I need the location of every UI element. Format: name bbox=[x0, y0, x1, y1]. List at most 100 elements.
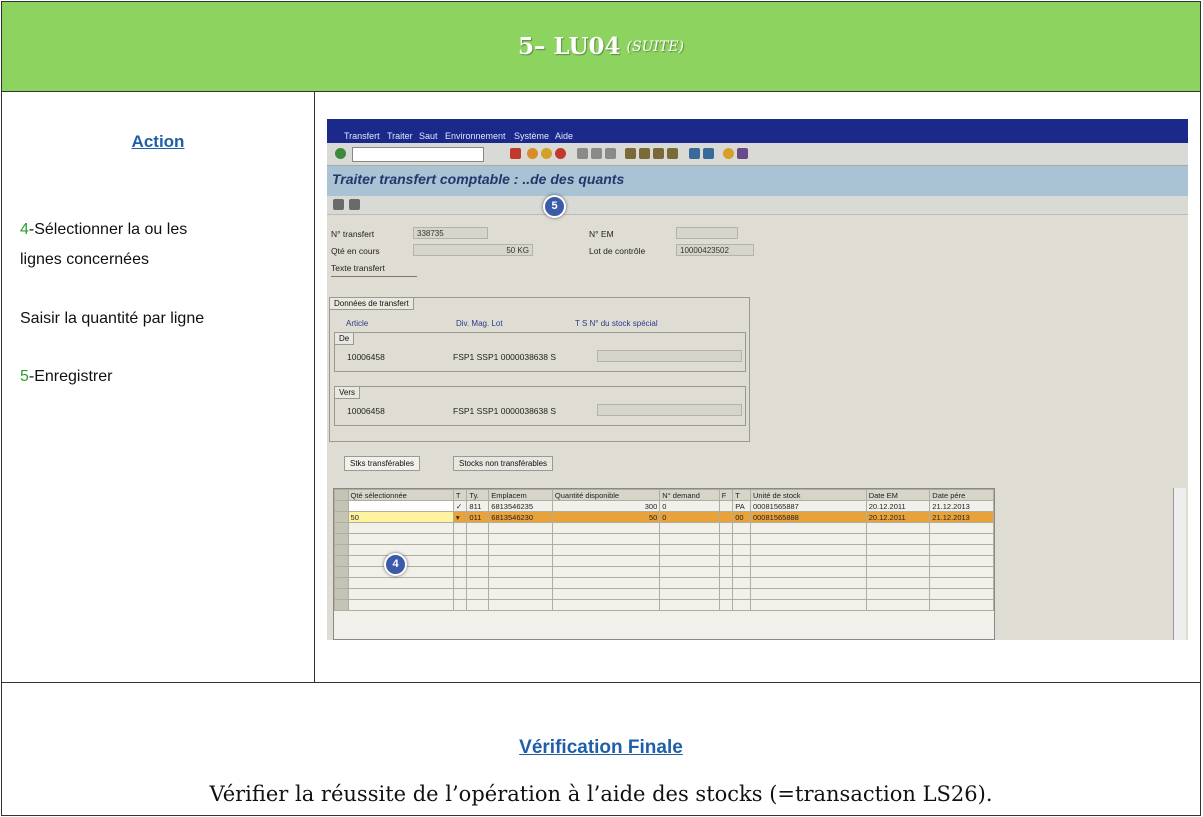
transfert-label: N° transfert bbox=[331, 229, 375, 239]
select-all-cell[interactable] bbox=[334, 489, 349, 501]
exit-icon[interactable] bbox=[541, 148, 552, 159]
vers-label: Vers bbox=[334, 386, 361, 399]
transfert-field: 338735 bbox=[413, 227, 488, 239]
qty-input[interactable] bbox=[347, 500, 454, 512]
qty-input[interactable]: 50 bbox=[347, 511, 454, 523]
empty-cell[interactable] bbox=[347, 599, 454, 611]
cell-date-em: 20.12.2011 bbox=[865, 511, 931, 523]
de-group: De 10006458 FSP1 SSP1 0000038638 S bbox=[334, 332, 746, 372]
empty-cell[interactable] bbox=[347, 577, 454, 589]
menu-transfert[interactable]: Transfert bbox=[344, 131, 380, 141]
select-all-icon[interactable] bbox=[333, 199, 344, 210]
final-verification-title: Vérification Finale bbox=[519, 737, 683, 758]
header-t: T bbox=[452, 489, 468, 501]
print-icon[interactable] bbox=[577, 148, 588, 159]
section-suite: (SUITE) bbox=[626, 38, 684, 55]
sap-screenshot: Transfert Traiter Saut Environnement Sys… bbox=[327, 119, 1188, 640]
step-5: 5-Enregistrer bbox=[20, 362, 112, 392]
row-selector[interactable] bbox=[334, 566, 349, 578]
cell-f[interactable] bbox=[718, 511, 734, 523]
cell-unite: 00081565887 bbox=[749, 500, 867, 512]
vers-location: FSP1 SSP1 0000038638 S bbox=[453, 406, 557, 416]
table-scrollbar[interactable] bbox=[1173, 488, 1186, 640]
next-page-icon[interactable] bbox=[653, 148, 664, 159]
col-stock-special: T S N° du stock spécial bbox=[575, 319, 658, 328]
step-4-text: -Sélectionner la ou les bbox=[28, 221, 188, 238]
table-row[interactable] bbox=[334, 588, 994, 600]
empty-cell[interactable] bbox=[347, 522, 454, 534]
find-next-icon[interactable] bbox=[605, 148, 616, 159]
table-row[interactable] bbox=[334, 533, 994, 545]
cancel-icon[interactable] bbox=[555, 148, 566, 159]
procedure-document: 5– LU04 (SUITE) Action 4-Sélectionner la… bbox=[1, 1, 1201, 816]
step-5-text: -Enregistrer bbox=[28, 368, 113, 385]
layout-icon[interactable] bbox=[737, 148, 748, 159]
sap-screen-title: Traiter transfert comptable : ..de des q… bbox=[332, 171, 625, 187]
row-selector[interactable] bbox=[334, 511, 349, 523]
stock-table: Qté sélectionnée T Ty. Emplacem Quantité… bbox=[333, 488, 995, 640]
command-field[interactable] bbox=[352, 147, 484, 162]
vers-group: Vers 10006458 FSP1 SSP1 0000038638 S bbox=[334, 386, 746, 426]
tab-transferable-stocks[interactable]: Stks transférables bbox=[344, 456, 421, 471]
menu-traiter[interactable]: Traiter bbox=[387, 131, 413, 141]
cell-date-em: 20.12.2011 bbox=[865, 500, 931, 512]
menu-aide[interactable]: Aide bbox=[555, 131, 573, 141]
header-qty: Qté sélectionnée bbox=[347, 489, 454, 501]
header-unite: Unité de stock bbox=[749, 489, 867, 501]
back-icon[interactable] bbox=[527, 148, 538, 159]
menu-saut[interactable]: Saut bbox=[419, 131, 438, 141]
new-session-icon[interactable] bbox=[689, 148, 700, 159]
previous-page-icon[interactable] bbox=[639, 148, 650, 159]
col-div-mag-lot: Div. Mag. Lot bbox=[456, 319, 503, 328]
sap-menu-bar: Transfert Traiter Saut Environnement Sys… bbox=[327, 119, 1188, 143]
cell-date-pere: 21.12.2013 bbox=[929, 500, 994, 512]
enter-icon[interactable] bbox=[335, 148, 346, 159]
qte-field: 50 KG bbox=[413, 244, 533, 256]
empty-cell[interactable] bbox=[347, 588, 454, 600]
empty-cell[interactable] bbox=[347, 533, 454, 545]
table-row[interactable]: ✓ 811 6813546235 300 0 PA 00081565887 20… bbox=[334, 500, 994, 512]
deselect-all-icon[interactable] bbox=[349, 199, 360, 210]
row-selector[interactable] bbox=[334, 555, 349, 567]
menu-systeme[interactable]: Système bbox=[514, 131, 549, 141]
last-page-icon[interactable] bbox=[667, 148, 678, 159]
help-icon[interactable] bbox=[723, 148, 734, 159]
em-label: N° EM bbox=[589, 229, 614, 239]
cell-t2: PA bbox=[732, 500, 751, 512]
vers-special-field bbox=[597, 404, 742, 416]
tab-non-transferable-stocks[interactable]: Stocks non transférables bbox=[453, 456, 554, 471]
table-row[interactable]: 50 ▾ 011 6813546230 50 0 00 00081565888 … bbox=[334, 511, 994, 523]
step-4: 4-Sélectionner la ou les bbox=[20, 215, 187, 245]
save-icon[interactable] bbox=[510, 148, 521, 159]
menu-environnement[interactable]: Environnement bbox=[445, 131, 506, 141]
table-row[interactable] bbox=[334, 544, 994, 556]
row-selector[interactable] bbox=[334, 588, 349, 600]
header-date-pere: Date pére bbox=[929, 489, 994, 501]
find-icon[interactable] bbox=[591, 148, 602, 159]
cell-f[interactable] bbox=[718, 500, 734, 512]
callout-5: 5 bbox=[543, 195, 566, 218]
cell-ty: 011 bbox=[466, 511, 490, 523]
cell-dispo: 300 bbox=[551, 500, 661, 512]
table-row[interactable] bbox=[334, 555, 994, 567]
row-selector[interactable] bbox=[334, 533, 349, 545]
first-page-icon[interactable] bbox=[625, 148, 636, 159]
header-ty: Ty. bbox=[466, 489, 490, 501]
cell-ty: 811 bbox=[466, 500, 490, 512]
row-selector[interactable] bbox=[334, 577, 349, 589]
cell-t[interactable]: ✓ bbox=[452, 500, 468, 512]
table-row[interactable] bbox=[334, 566, 994, 578]
shortcut-icon[interactable] bbox=[703, 148, 714, 159]
header-date-em: Date EM bbox=[865, 489, 931, 501]
cell-date-pere: 21.12.2013 bbox=[929, 511, 994, 523]
cell-t[interactable]: ▾ bbox=[452, 511, 468, 523]
cell-demand: 0 bbox=[659, 511, 720, 523]
row-selector[interactable] bbox=[334, 599, 349, 611]
table-row[interactable] bbox=[334, 599, 994, 611]
vers-article: 10006458 bbox=[347, 406, 385, 416]
table-row[interactable] bbox=[334, 577, 994, 589]
row-selector[interactable] bbox=[334, 500, 349, 512]
table-row[interactable] bbox=[334, 522, 994, 534]
row-selector[interactable] bbox=[334, 544, 349, 556]
row-selector[interactable] bbox=[334, 522, 349, 534]
